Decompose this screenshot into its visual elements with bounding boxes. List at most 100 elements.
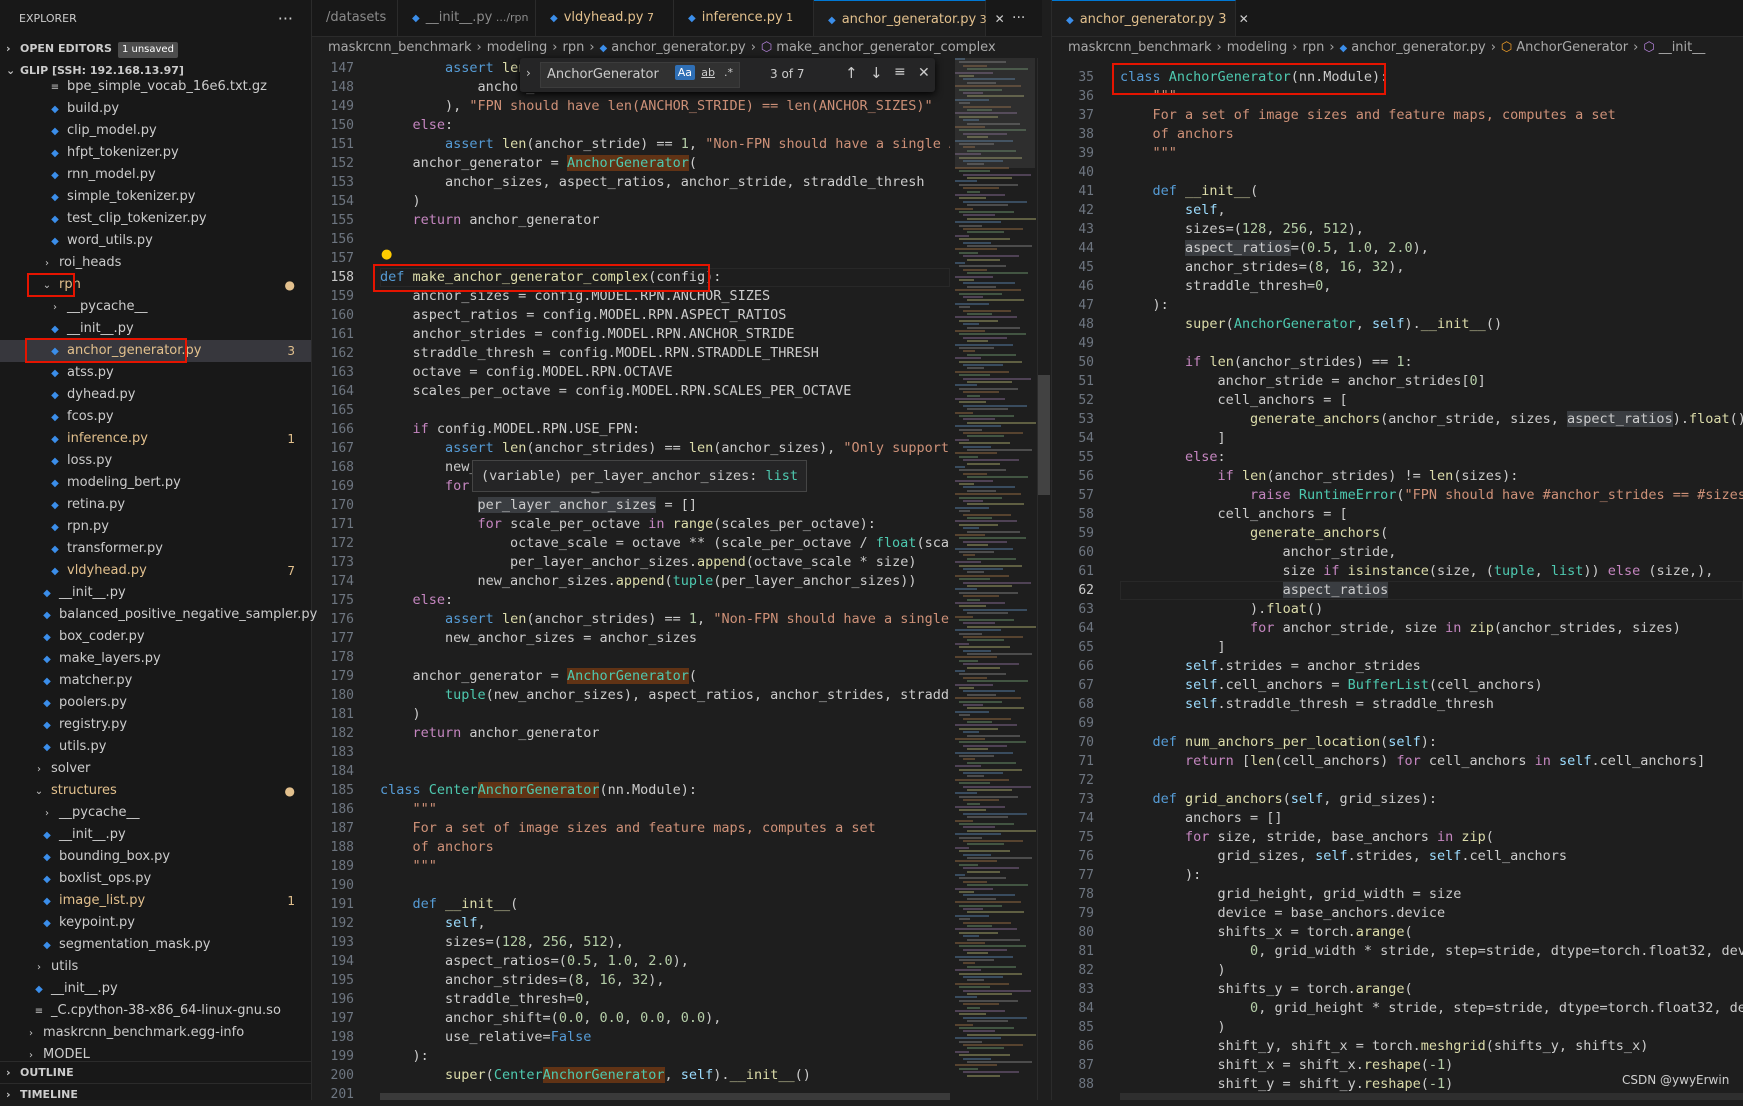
- tree-item[interactable]: ◆ clip_model.py: [0, 120, 311, 142]
- code-line[interactable]: """: [380, 857, 950, 876]
- editor-tab[interactable]: ◆ __init__.py .../rpn: [398, 0, 536, 36]
- code-line[interactable]: class CenterAnchorGenerator(nn.Module):: [380, 781, 950, 800]
- code-line[interactable]: self,: [1120, 201, 1743, 220]
- tab-anchor-generator-right[interactable]: ◆ anchor_generator.py 3 ✕: [1052, 0, 1249, 36]
- code-line[interactable]: def grid_anchors(self, grid_sizes):: [1120, 790, 1743, 809]
- minimap[interactable]: [955, 58, 1036, 1100]
- code-line[interactable]: anchor_generator = AnchorGenerator(: [380, 154, 950, 173]
- breadcrumb-item[interactable]: __init__: [1659, 40, 1706, 55]
- code-line[interactable]: super(CenterAnchorGenerator, self).__ini…: [380, 1066, 950, 1085]
- code-line[interactable]: self,: [380, 914, 950, 933]
- code-line[interactable]: ): [1120, 961, 1743, 980]
- code-line[interactable]: else:: [380, 116, 950, 135]
- explorer-more-icon[interactable]: ···: [278, 0, 293, 38]
- code-line[interactable]: [1120, 771, 1743, 790]
- code-line[interactable]: per_layer_anchor_sizes = []: [380, 496, 950, 515]
- tree-item[interactable]: ◆ box_coder.py: [0, 626, 311, 648]
- editor-tab[interactable]: ◆ inference.py 1: [674, 0, 814, 36]
- code-line[interactable]: ), "FPN should have len(ANCHOR_STRIDE) =…: [380, 97, 950, 116]
- breadcrumb-item[interactable]: rpn: [1303, 40, 1325, 55]
- code-line[interactable]: return [len(cell_anchors) for cell_ancho…: [1120, 752, 1743, 771]
- code-line[interactable]: shifts_x = torch.arange(: [1120, 923, 1743, 942]
- close-icon[interactable]: ✕: [995, 12, 1005, 26]
- match-case-toggle[interactable]: Aa: [674, 65, 695, 80]
- code-line[interactable]: of anchors: [380, 838, 950, 857]
- tree-item[interactable]: ◆ make_layers.py: [0, 648, 311, 670]
- vertical-scrollbar[interactable]: [1037, 58, 1052, 1100]
- code-line[interactable]: straddle_thresh = config.MODEL.RPN.STRAD…: [380, 344, 950, 363]
- code-line[interactable]: 0, grid_height * stride, step=stride, dt…: [1120, 999, 1743, 1018]
- code-line[interactable]: new_anchor_sizes = anchor_sizes: [380, 629, 950, 648]
- lightbulb-icon[interactable]: ●: [381, 247, 392, 262]
- tree-item[interactable]: ◆ keypoint.py: [0, 912, 311, 934]
- code-line[interactable]: if len(anchor_strides) == 1:: [1120, 353, 1743, 372]
- code-line[interactable]: aspect_ratios=(0.5, 1.0, 2.0),: [380, 952, 950, 971]
- match-word-toggle[interactable]: ab: [701, 66, 715, 79]
- code-line[interactable]: ):: [1120, 866, 1743, 885]
- breadcrumb-item[interactable]: maskrcnn_benchmark: [1068, 40, 1212, 55]
- code-line[interactable]: tuple(new_anchor_sizes), aspect_ratios, …: [380, 686, 950, 705]
- code-line[interactable]: """: [380, 800, 950, 819]
- code-line[interactable]: of anchors: [1120, 125, 1743, 144]
- code-line[interactable]: shift_y, shift_x = torch.meshgrid(shifts…: [1120, 1037, 1743, 1056]
- next-match-icon[interactable]: ↓: [870, 64, 883, 82]
- code-line[interactable]: generate_anchors(anchor_stride, sizes, a…: [1120, 410, 1743, 429]
- code-line[interactable]: for scale_per_octave in range(scales_per…: [380, 515, 950, 534]
- code-line[interactable]: ): [380, 192, 950, 211]
- tree-item[interactable]: › maskrcnn_benchmark.egg-info: [0, 1022, 311, 1044]
- tree-item[interactable]: ◆ __init__.py: [0, 824, 311, 846]
- tree-item[interactable]: ◆ rnn_model.py: [0, 164, 311, 186]
- tree-item[interactable]: ◆ fcos.py: [0, 406, 311, 428]
- code-line[interactable]: assert len(anchor_strides) == 1, "Non-FP…: [380, 610, 950, 629]
- code-line[interactable]: anchor_stride,: [1120, 543, 1743, 562]
- previous-match-icon[interactable]: ↑: [845, 64, 858, 82]
- code-line[interactable]: assert len(anchor_stride) == 1, "Non-FPN…: [380, 135, 950, 154]
- timeline-section[interactable]: › TIMELINE: [0, 1083, 311, 1106]
- code-line[interactable]: def num_anchors_per_location(self):: [1120, 733, 1743, 752]
- code-line[interactable]: octave = config.MODEL.RPN.OCTAVE: [380, 363, 950, 382]
- code-line[interactable]: 0, grid_width * stride, step=stride, dty…: [1120, 942, 1743, 961]
- find-input[interactable]: AnchorGenerator Aa ab .*: [540, 62, 740, 88]
- code-line[interactable]: For a set of image sizes and feature map…: [1120, 106, 1743, 125]
- code-line[interactable]: def __init__(: [1120, 182, 1743, 201]
- breadcrumb-item[interactable]: rpn: [563, 40, 585, 55]
- code-line[interactable]: ):: [380, 1047, 950, 1066]
- tree-item[interactable]: ◆ inference.py 1: [0, 428, 311, 450]
- tree-item[interactable]: ◆ transformer.py: [0, 538, 311, 560]
- breadcrumb-item[interactable]: modeling: [487, 40, 548, 55]
- code-line[interactable]: [380, 648, 950, 667]
- code-editor-right[interactable]: class AnchorGenerator(nn.Module): """ Fo…: [1120, 68, 1743, 1100]
- code-line[interactable]: def __init__(: [380, 895, 950, 914]
- find-in-selection-icon[interactable]: ≡: [894, 64, 906, 80]
- tree-item[interactable]: ◆ test_clip_tokenizer.py: [0, 208, 311, 230]
- code-line[interactable]: anchor_stride = anchor_strides[0]: [1120, 372, 1743, 391]
- breadcrumb[interactable]: maskrcnn_benchmark › modeling › rpn › ◆ anchor_…: [328, 37, 996, 59]
- editor-tab[interactable]: ◆ vldyhead.py 7: [536, 0, 674, 36]
- tree-item[interactable]: ◆ boxlist_ops.py: [0, 868, 311, 890]
- breadcrumb-item[interactable]: make_anchor_generator_complex: [776, 40, 995, 55]
- code-line[interactable]: assert len(anchor_strides) == len(anchor…: [380, 439, 950, 458]
- breadcrumb-item[interactable]: anchor_generator.py: [611, 40, 745, 55]
- code-line[interactable]: self.strides = anchor_strides: [1120, 657, 1743, 676]
- code-line[interactable]: raise RuntimeError("FPN should have #anc…: [1120, 486, 1743, 505]
- tree-item[interactable]: ◆ hfpt_tokenizer.py: [0, 142, 311, 164]
- horizontal-scrollbar[interactable]: [1120, 1093, 1743, 1100]
- code-line[interactable]: ]: [1120, 638, 1743, 657]
- code-line[interactable]: aspect_ratios=(0.5, 1.0, 2.0),: [1120, 239, 1743, 258]
- tree-item[interactable]: ◆ image_list.py 1: [0, 890, 311, 912]
- tree-item[interactable]: ◆ atss.py: [0, 362, 311, 384]
- close-icon[interactable]: ✕: [918, 65, 930, 81]
- tree-item[interactable]: ≡ bpe_simple_vocab_16e6.txt.gz: [0, 76, 311, 98]
- code-line[interactable]: scales_per_octave = config.MODEL.RPN.SCA…: [380, 382, 950, 401]
- tree-item[interactable]: › __pycache__: [0, 802, 311, 824]
- code-line[interactable]: anchor_strides=(8, 16, 32),: [380, 971, 950, 990]
- code-line[interactable]: size if isinstance(size, (tuple, list)) …: [1120, 562, 1743, 581]
- tree-item[interactable]: ⌄ structures ●: [0, 780, 311, 802]
- code-line[interactable]: ):: [1120, 296, 1743, 315]
- tree-item[interactable]: ◆ bounding_box.py: [0, 846, 311, 868]
- code-line[interactable]: shifts_y = torch.arange(: [1120, 980, 1743, 999]
- code-line[interactable]: generate_anchors(: [1120, 524, 1743, 543]
- tree-item[interactable]: ≡ _C.cpython-38-x86_64-linux-gnu.so: [0, 1000, 311, 1022]
- breadcrumb-item[interactable]: maskrcnn_benchmark: [328, 40, 472, 55]
- open-editors-section[interactable]: › OPEN EDITORS 1 unsaved: [0, 38, 311, 60]
